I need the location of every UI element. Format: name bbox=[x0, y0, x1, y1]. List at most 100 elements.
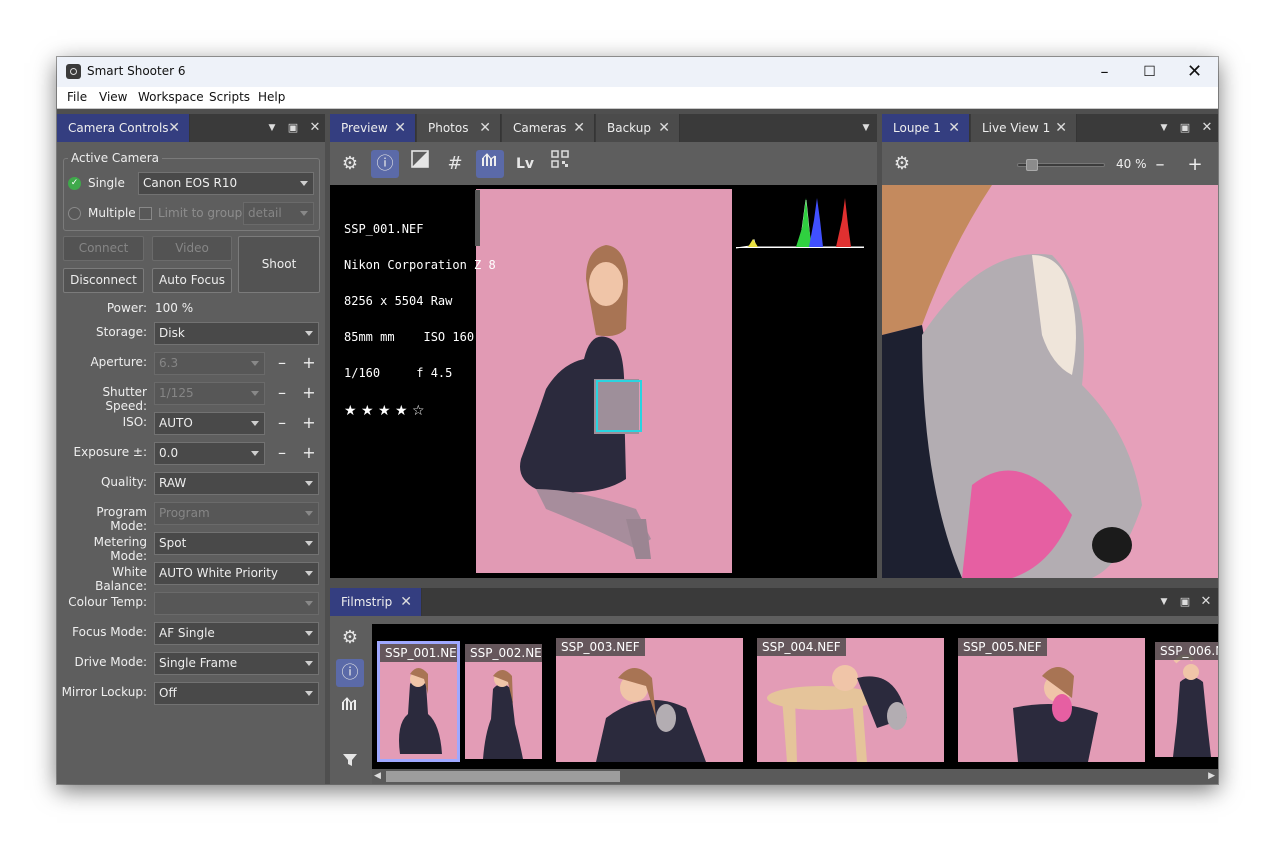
tab-live-view-1[interactable]: Live View 1 ✕ bbox=[971, 114, 1077, 142]
zoom-slider[interactable] bbox=[1017, 159, 1105, 171]
maximize-button[interactable]: ☐ bbox=[1127, 57, 1172, 87]
filmstrip-thumbnail[interactable]: SSP_004.NEF bbox=[757, 638, 944, 762]
shutter-speed-plus-button[interactable]: + bbox=[300, 383, 318, 403]
camera-select[interactable]: Canon EOS R10 bbox=[138, 172, 314, 195]
disconnect-button[interactable]: Disconnect bbox=[63, 268, 144, 293]
menu-help[interactable]: Help bbox=[258, 90, 285, 104]
program-mode-value: Program bbox=[159, 506, 210, 520]
info-icon[interactable]: ⓘ bbox=[371, 150, 399, 178]
filmstrip-scrollbar[interactable]: ◀ ▶ bbox=[372, 769, 1218, 784]
tab-loupe-1[interactable]: Loupe 1 ✕ bbox=[882, 114, 970, 142]
panel-close-icon[interactable]: ✕ bbox=[1197, 588, 1215, 616]
zoom-in-button[interactable]: + bbox=[1186, 155, 1204, 175]
close-icon[interactable]: ✕ bbox=[658, 114, 670, 142]
menu-scripts[interactable]: Scripts bbox=[209, 90, 250, 104]
shutter-speed-minus-button[interactable]: – bbox=[273, 383, 291, 403]
chevron-down-icon bbox=[305, 511, 313, 516]
auto-focus-button[interactable]: Auto Focus bbox=[152, 268, 232, 293]
panel-float-icon[interactable]: ▣ bbox=[284, 114, 302, 142]
filmstrip-thumbnail[interactable]: SSP_002.NEF bbox=[465, 644, 542, 759]
filmstrip-thumbnail[interactable]: SSP_003.NEF bbox=[556, 638, 743, 762]
tab-label: Camera Controls bbox=[68, 121, 169, 135]
focus-mode-select[interactable]: AF Single bbox=[154, 622, 319, 645]
tab-photos[interactable]: Photos ✕ bbox=[417, 114, 501, 142]
metering-mode-select[interactable]: Spot bbox=[154, 532, 319, 555]
panel-menu-icon[interactable]: ▼ bbox=[1155, 588, 1173, 616]
limit-group-checkbox[interactable] bbox=[139, 207, 152, 220]
iso-value: AUTO bbox=[159, 416, 193, 430]
panel-menu-icon[interactable]: ▼ bbox=[857, 114, 875, 142]
shutter-speed-value: 1/125 bbox=[159, 386, 194, 400]
menu-workspace[interactable]: Workspace bbox=[138, 90, 204, 104]
grid-icon[interactable]: # bbox=[441, 150, 469, 178]
filmstrip-thumbnail[interactable]: SSP_005.NEF bbox=[958, 638, 1145, 762]
white-balance-select[interactable]: AUTO White Priority bbox=[154, 562, 319, 585]
exposure-minus-button[interactable]: – bbox=[273, 443, 291, 463]
aperture-select[interactable]: 6.3 bbox=[154, 352, 265, 375]
tab-backup[interactable]: Backup ✕ bbox=[596, 114, 680, 142]
panel-menu-icon[interactable]: ▼ bbox=[263, 114, 281, 142]
filter-icon[interactable] bbox=[336, 750, 364, 778]
exposure-plus-button[interactable]: + bbox=[300, 443, 318, 463]
filmstrip-thumbnail[interactable]: SSP_006.NEF bbox=[1155, 642, 1218, 757]
iso-plus-button[interactable]: + bbox=[300, 413, 318, 433]
mirror-lockup-select[interactable]: Off bbox=[154, 682, 319, 705]
single-radio[interactable]: ✓ bbox=[68, 177, 81, 190]
panel-float-icon[interactable]: ▣ bbox=[1176, 588, 1194, 616]
tab-preview[interactable]: Preview ✕ bbox=[330, 114, 416, 142]
exposure-select[interactable]: 0.0 bbox=[154, 442, 265, 465]
histogram-icon[interactable] bbox=[336, 694, 364, 722]
info-icon[interactable]: ⓘ bbox=[336, 659, 364, 687]
tab-filmstrip[interactable]: Filmstrip ✕ bbox=[330, 588, 422, 616]
tab-cameras[interactable]: Cameras ✕ bbox=[502, 114, 595, 142]
shoot-button[interactable]: Shoot bbox=[238, 236, 320, 293]
close-icon[interactable]: ✕ bbox=[1055, 114, 1067, 142]
zoom-slider-handle[interactable] bbox=[1025, 159, 1038, 171]
limit-group-select[interactable]: detail bbox=[243, 202, 314, 225]
close-icon[interactable]: ✕ bbox=[400, 588, 412, 616]
colour-temp-select[interactable] bbox=[154, 592, 319, 615]
scroll-left-icon[interactable]: ◀ bbox=[374, 771, 381, 781]
panel-close-icon[interactable]: ✕ bbox=[306, 114, 324, 142]
settings-gear-icon[interactable]: ⚙ bbox=[336, 150, 364, 178]
live-view-icon[interactable]: Lv bbox=[511, 150, 539, 178]
shutter-speed-select[interactable]: 1/125 bbox=[154, 382, 265, 405]
chevron-down-icon bbox=[300, 211, 308, 216]
histogram-icon[interactable] bbox=[476, 150, 504, 178]
connect-button[interactable]: Connect bbox=[63, 236, 144, 261]
scrollbar-thumb[interactable] bbox=[386, 771, 620, 782]
close-window-button[interactable]: ✕ bbox=[1172, 57, 1217, 87]
menu-file[interactable]: File bbox=[67, 90, 87, 104]
close-icon[interactable]: ✕ bbox=[394, 114, 406, 142]
chevron-down-icon bbox=[251, 361, 259, 366]
loupe-image[interactable] bbox=[882, 185, 1218, 578]
settings-gear-icon[interactable]: ⚙ bbox=[888, 150, 916, 178]
panel-float-icon[interactable]: ▣ bbox=[1176, 114, 1194, 142]
panel-menu-icon[interactable]: ▼ bbox=[1155, 114, 1173, 142]
close-icon[interactable]: ✕ bbox=[479, 114, 491, 142]
drive-mode-select[interactable]: Single Frame bbox=[154, 652, 319, 675]
iso-minus-button[interactable]: – bbox=[273, 413, 291, 433]
storage-select[interactable]: Disk bbox=[154, 322, 319, 345]
exposure-icon[interactable] bbox=[406, 150, 434, 178]
quality-select[interactable]: RAW bbox=[154, 472, 319, 495]
filmstrip-thumbnail[interactable]: SSP_001.NEF bbox=[377, 641, 460, 762]
close-icon[interactable]: ✕ bbox=[168, 114, 180, 142]
panel-close-icon[interactable]: ✕ bbox=[1198, 114, 1216, 142]
minimize-button[interactable]: – bbox=[1082, 57, 1127, 87]
scroll-right-icon[interactable]: ▶ bbox=[1208, 771, 1215, 781]
qr-code-icon[interactable] bbox=[546, 150, 574, 178]
video-button[interactable]: Video bbox=[152, 236, 232, 261]
aperture-minus-button[interactable]: – bbox=[273, 353, 291, 373]
zoom-out-button[interactable]: – bbox=[1151, 155, 1169, 175]
iso-select[interactable]: AUTO bbox=[154, 412, 265, 435]
settings-gear-icon[interactable]: ⚙ bbox=[336, 624, 364, 652]
close-icon[interactable]: ✕ bbox=[573, 114, 585, 142]
tab-camera-controls[interactable]: Camera Controls ✕ bbox=[57, 114, 190, 142]
aperture-plus-button[interactable]: + bbox=[300, 353, 318, 373]
multiple-radio[interactable] bbox=[68, 207, 81, 220]
menu-view[interactable]: View bbox=[99, 90, 127, 104]
program-mode-select[interactable]: Program bbox=[154, 502, 319, 525]
preview-image-area[interactable]: SSP_001.NEF Nikon Corporation Z 8 8256 x… bbox=[330, 185, 877, 578]
close-icon[interactable]: ✕ bbox=[948, 114, 960, 142]
